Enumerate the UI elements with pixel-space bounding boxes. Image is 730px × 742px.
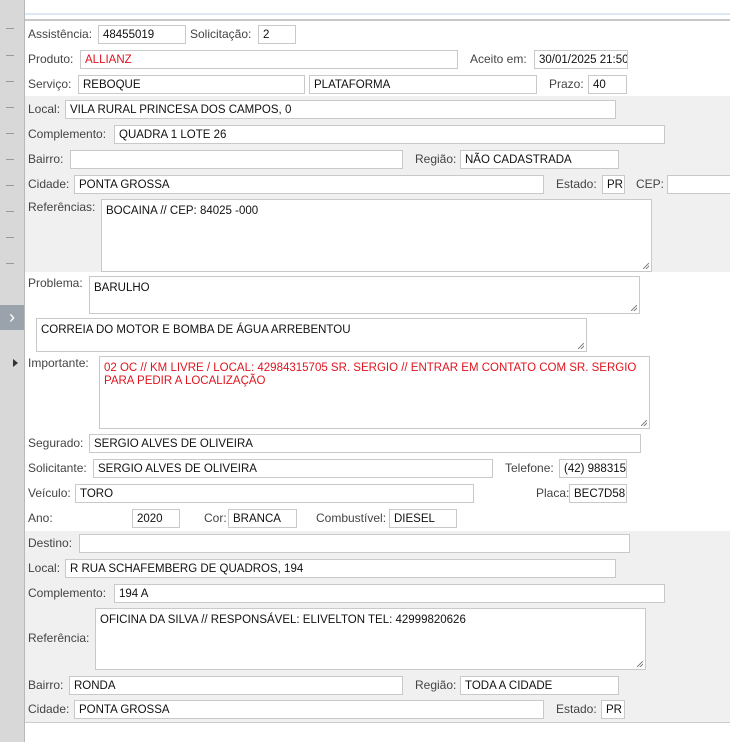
destino-regiao-field[interactable]: TODA A CIDADE bbox=[460, 676, 619, 695]
destino-cidade-field[interactable]: PONTA GROSSA bbox=[74, 700, 544, 719]
destino-complemento-field[interactable]: 194 A bbox=[114, 584, 665, 603]
regiao-label: Região: bbox=[415, 152, 457, 166]
destino-referencia-label: Referência: bbox=[28, 631, 90, 645]
estado-label: Estado: bbox=[556, 177, 597, 191]
assistencia-label: Assistência: bbox=[28, 27, 93, 41]
header-strip bbox=[25, 0, 730, 15]
solicitante-field[interactable]: SERGIO ALVES DE OLIVEIRA bbox=[93, 459, 493, 478]
telefone-field[interactable]: (42) 988315705 bbox=[559, 459, 627, 478]
chevron-right-icon: › bbox=[9, 307, 15, 327]
problema-detail-textarea[interactable]: CORREIA DO MOTOR E BOMBA DE ÁGUA ARREBEN… bbox=[36, 318, 587, 352]
divider bbox=[6, 107, 14, 108]
cor-field[interactable]: BRANCA bbox=[228, 509, 297, 528]
regiao-field[interactable]: NÃO CADASTRADA bbox=[460, 150, 619, 169]
local-label: Local: bbox=[28, 102, 61, 116]
combustivel-label: Combustível: bbox=[316, 511, 387, 525]
ano-label: Ano: bbox=[28, 511, 53, 525]
local-field[interactable]: VILA RURAL PRINCESA DOS CAMPOS, 0 bbox=[65, 100, 616, 119]
telefone-label: Telefone: bbox=[505, 461, 554, 475]
placa-field[interactable]: BEC7D58 bbox=[569, 484, 627, 503]
produto-field[interactable]: ALLIANZ bbox=[80, 50, 458, 69]
prazo-field[interactable]: 40 bbox=[588, 75, 627, 94]
divider bbox=[6, 81, 14, 82]
cidade-field[interactable]: PONTA GROSSA bbox=[74, 175, 544, 194]
solicitante-label: Solicitante: bbox=[28, 461, 87, 475]
divider bbox=[25, 19, 730, 21]
problema-label: Problema: bbox=[28, 276, 83, 290]
aceito-field[interactable]: 30/01/2025 21:50 bbox=[534, 50, 628, 69]
segurado-label: Segurado: bbox=[28, 436, 84, 450]
divider bbox=[6, 237, 14, 238]
cidade-label: Cidade: bbox=[28, 177, 70, 191]
destino-label: Destino: bbox=[28, 536, 73, 550]
problema-textarea[interactable]: BARULHO bbox=[89, 276, 640, 314]
destino-bairro-field[interactable]: RONDA bbox=[69, 676, 403, 695]
destino-bairro-label: Bairro: bbox=[28, 678, 64, 692]
servico-type-field[interactable]: PLATAFORMA bbox=[309, 75, 537, 94]
bairro-field[interactable] bbox=[70, 150, 403, 169]
row-pointer-icon bbox=[13, 359, 18, 367]
destino-estado-label: Estado: bbox=[556, 702, 597, 716]
destino-local-field[interactable]: R RUA SCHAFEMBERG DE QUADROS, 194 bbox=[65, 559, 616, 578]
bairro-label: Bairro: bbox=[28, 152, 64, 166]
referencias-label: Referências: bbox=[28, 200, 96, 214]
divider bbox=[6, 28, 14, 29]
prazo-label: Prazo: bbox=[549, 77, 584, 91]
destino-referencia-textarea[interactable]: OFICINA DA SILVA // RESPONSÁVEL: ELIVELT… bbox=[95, 608, 646, 670]
expand-sidebar-button[interactable]: › bbox=[0, 305, 24, 330]
aceito-label: Aceito em: bbox=[470, 52, 527, 66]
importante-textarea[interactable]: 02 OC // KM LIVRE / LOCAL: 42984315705 S… bbox=[99, 356, 650, 429]
solicitacao-label: Solicitação: bbox=[190, 27, 252, 41]
complemento-label: Complemento: bbox=[28, 127, 107, 141]
destino-local-label: Local: bbox=[28, 561, 61, 575]
cep-label: CEP: bbox=[636, 177, 665, 191]
veiculo-label: Veículo: bbox=[28, 486, 71, 500]
ano-field[interactable]: 2020 bbox=[132, 509, 180, 528]
servico-field[interactable]: REBOQUE bbox=[78, 75, 305, 94]
veiculo-field[interactable]: TORO bbox=[75, 484, 474, 503]
complemento-field[interactable]: QUADRA 1 LOTE 26 bbox=[114, 125, 665, 144]
divider bbox=[6, 159, 14, 160]
divider bbox=[6, 55, 14, 56]
divider bbox=[6, 185, 14, 186]
destino-field[interactable] bbox=[79, 534, 630, 553]
estado-field[interactable]: PR bbox=[602, 175, 625, 194]
destino-estado-field[interactable]: PR bbox=[601, 700, 625, 719]
destino-complemento-label: Complemento: bbox=[28, 586, 107, 600]
divider bbox=[6, 263, 14, 264]
placa-label: Placa: bbox=[536, 486, 570, 500]
segurado-field[interactable]: SERGIO ALVES DE OLIVEIRA bbox=[89, 434, 641, 453]
divider bbox=[25, 722, 730, 723]
servico-label: Serviço: bbox=[28, 77, 72, 91]
importante-label: Importante: bbox=[28, 356, 89, 370]
combustivel-field[interactable]: DIESEL bbox=[389, 509, 457, 528]
solicitacao-field[interactable]: 2 bbox=[258, 25, 296, 44]
destino-regiao-label: Região: bbox=[415, 678, 457, 692]
assistencia-field[interactable]: 48455019 bbox=[98, 25, 186, 44]
sidebar: › bbox=[0, 0, 25, 742]
referencias-textarea[interactable]: BOCAINA // CEP: 84025 -000 bbox=[101, 199, 652, 272]
cor-label: Cor: bbox=[204, 511, 227, 525]
produto-label: Produto: bbox=[28, 52, 74, 66]
divider bbox=[6, 211, 14, 212]
cep-field[interactable] bbox=[667, 175, 730, 194]
divider bbox=[6, 133, 14, 134]
destino-cidade-label: Cidade: bbox=[28, 702, 70, 716]
